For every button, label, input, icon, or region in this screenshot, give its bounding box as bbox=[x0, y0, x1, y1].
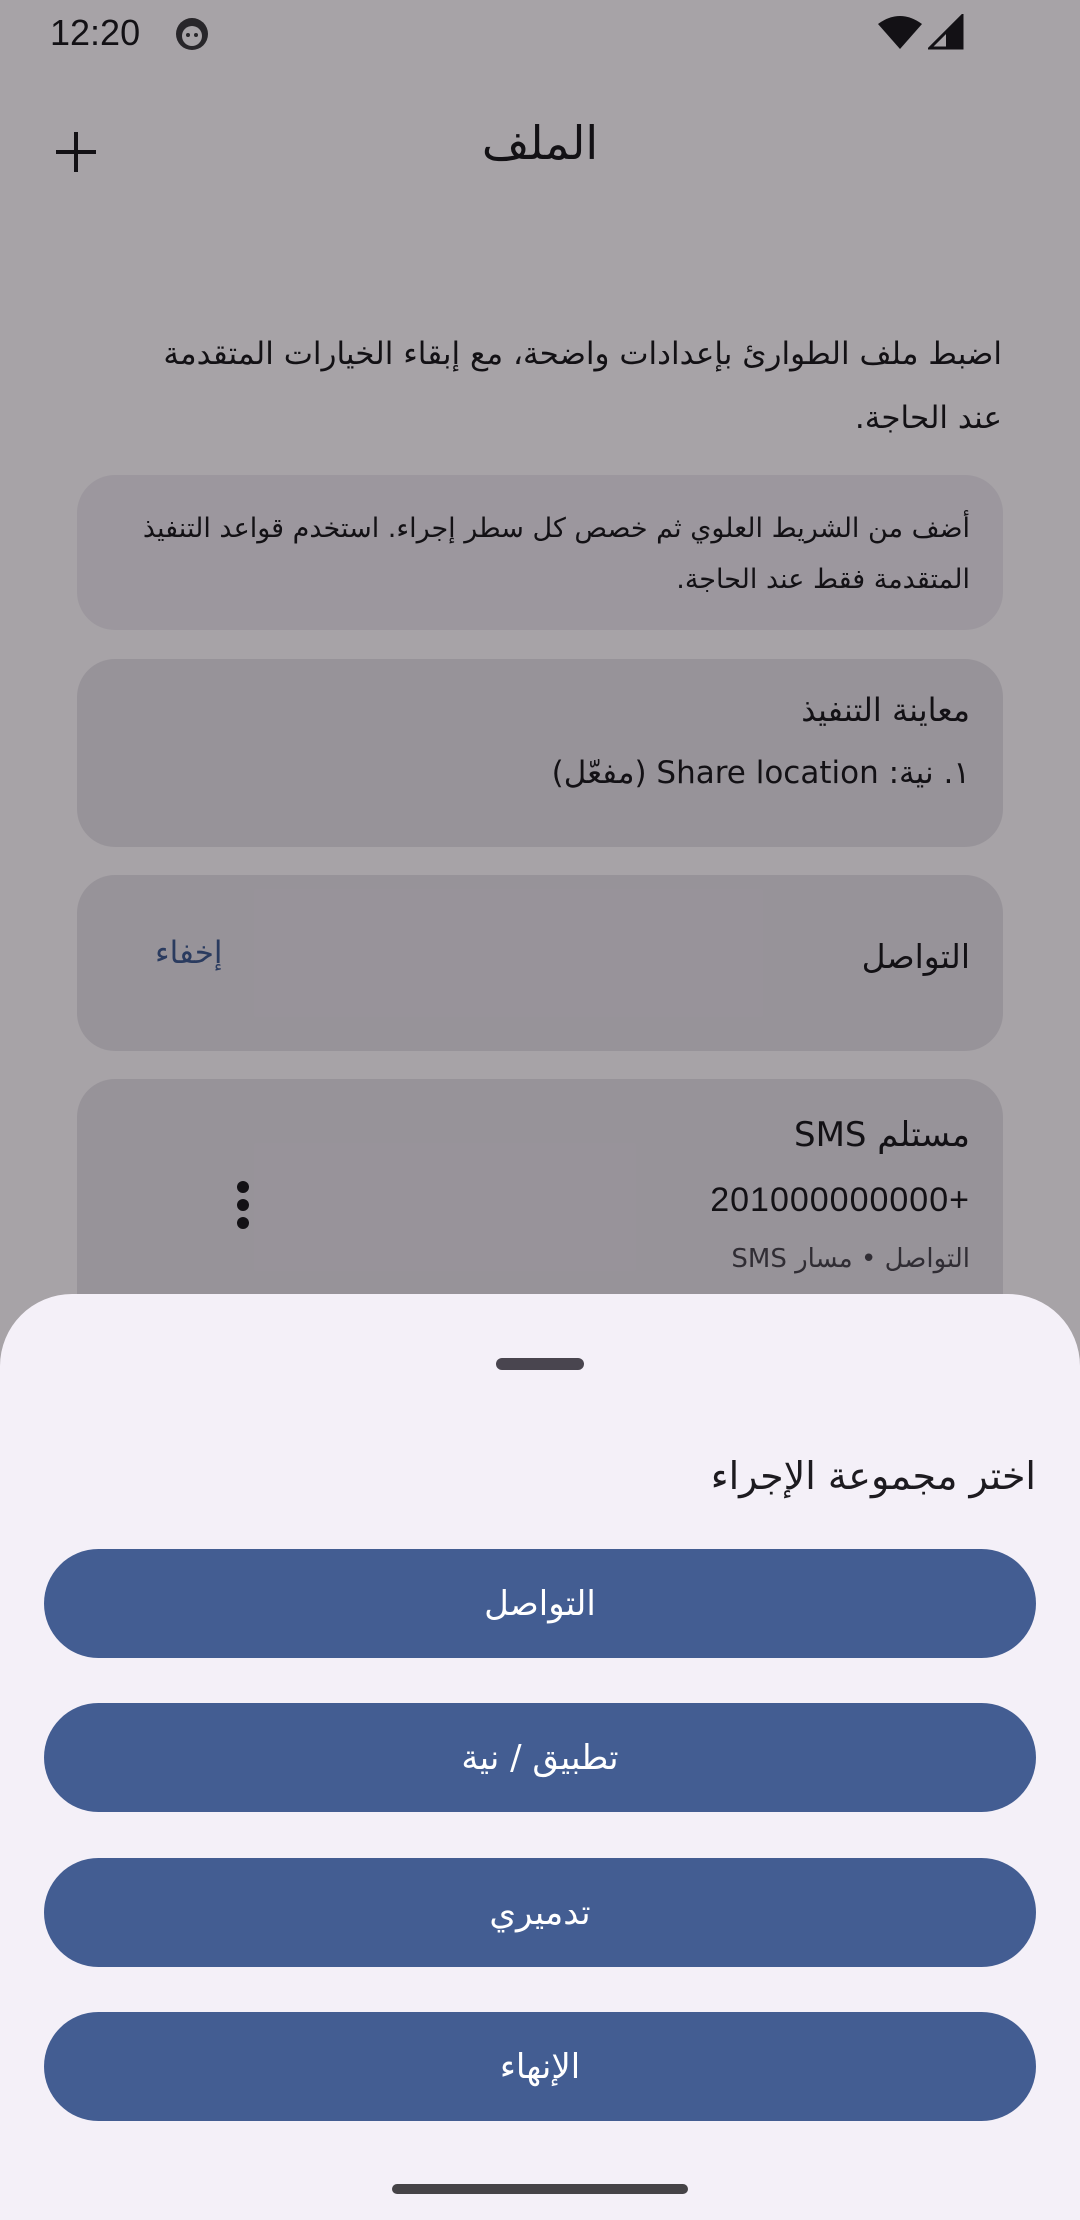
option-communication-button[interactable]: التواصل bbox=[44, 1549, 1036, 1658]
screen: 12:20 الملف اضبط ملف الطوارئ بإعدادات وا… bbox=[0, 0, 1080, 2220]
sheet-title: اختر مجموعة الإجراء bbox=[710, 1454, 1036, 1498]
option-finish-button[interactable]: الإنهاء bbox=[44, 2012, 1036, 2121]
action-group-bottom-sheet: اختر مجموعة الإجراء التواصل تطبيق / نية … bbox=[0, 1294, 1080, 2220]
gesture-nav-handle[interactable] bbox=[392, 2184, 688, 2194]
option-app-intent-button[interactable]: تطبيق / نية bbox=[44, 1703, 1036, 1812]
option-destructive-button[interactable]: تدميري bbox=[44, 1858, 1036, 1967]
sheet-drag-handle[interactable] bbox=[496, 1358, 584, 1370]
